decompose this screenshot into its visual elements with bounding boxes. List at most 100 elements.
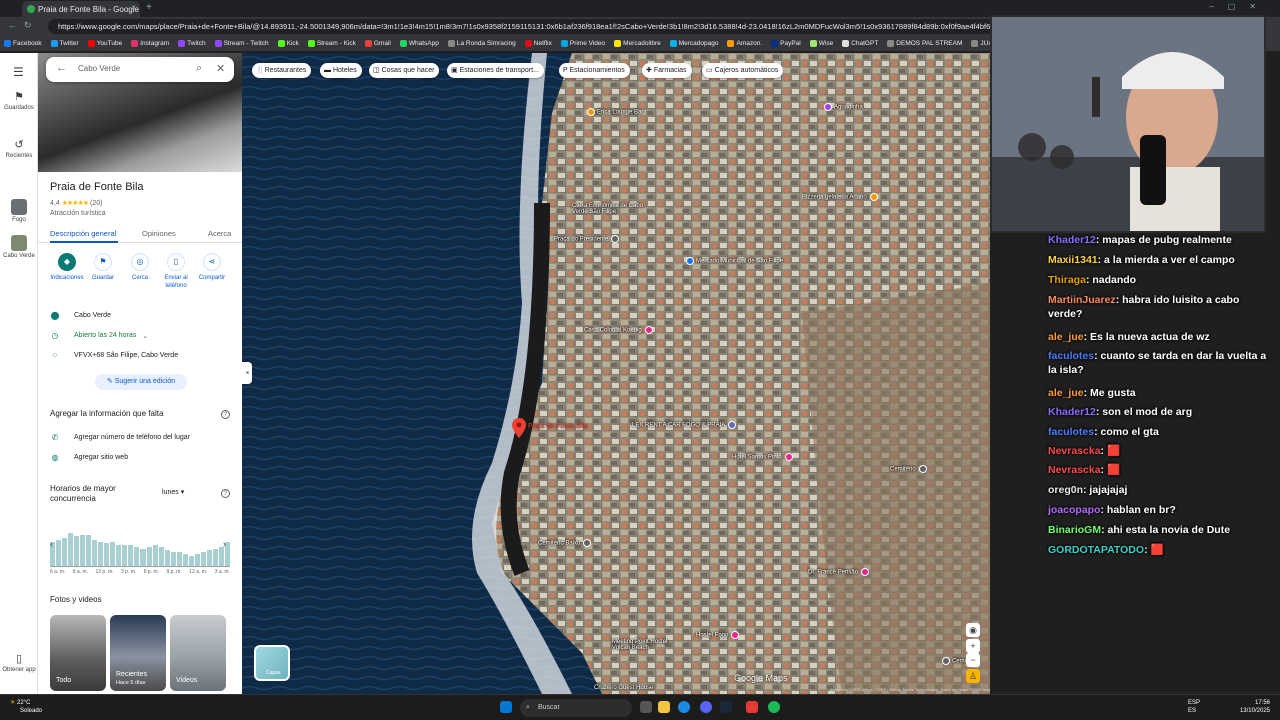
- add-website-row[interactable]: ◍ Agregar sitio web: [50, 453, 129, 462]
- my-location-icon[interactable]: ◉: [966, 623, 980, 637]
- photo-videos[interactable]: Videos: [170, 615, 226, 691]
- popular-times-bar[interactable]: [86, 534, 92, 566]
- poi[interactable]: Pizzeria gelateria Arlano: [802, 193, 880, 201]
- plus-code-row[interactable]: ⁘ VFVX+68 São Filipe, Cabo Verde: [50, 351, 178, 360]
- popular-times-bar[interactable]: [56, 539, 62, 566]
- poi[interactable]: Casa Colonial Koenig: [584, 326, 655, 334]
- file-explorer-icon[interactable]: [658, 701, 670, 713]
- popular-times-bar[interactable]: [134, 546, 140, 566]
- popular-times-bar[interactable]: [116, 545, 122, 566]
- photo-all[interactable]: Todo: [50, 615, 106, 691]
- popular-times-bar[interactable]: [122, 545, 128, 566]
- popular-times-bar[interactable]: [62, 538, 68, 566]
- popular-times-bar[interactable]: [80, 534, 86, 566]
- steam-icon[interactable]: [720, 701, 732, 713]
- bookmark-item[interactable]: La Ronda Simracing: [447, 40, 516, 47]
- windows-start-icon[interactable]: [500, 701, 512, 713]
- search-input[interactable]: Cabo Verde: [78, 64, 120, 73]
- selected-place-label[interactable]: Praia de Fonte Bila: [528, 423, 588, 430]
- collapse-panel-button[interactable]: ◂: [242, 362, 252, 384]
- system-tray[interactable]: ESP ES 17:56 13/10/2025: [1188, 699, 1270, 715]
- popular-times-bar[interactable]: [104, 543, 110, 566]
- selected-place-pin-icon[interactable]: [512, 418, 526, 438]
- spotify-icon[interactable]: [768, 701, 780, 713]
- weather-widget[interactable]: ☀ 22°C Soleado: [10, 699, 42, 715]
- help-icon[interactable]: ?: [221, 410, 230, 419]
- search-box[interactable]: ← Cabo Verde ⌕ ✕: [46, 57, 234, 82]
- photo-recent[interactable]: Recientes Hace 5 días: [110, 615, 166, 691]
- layers-button[interactable]: Capas: [254, 645, 290, 681]
- bookmark-item[interactable]: Facebook: [4, 40, 42, 47]
- chart-prev-icon[interactable]: ‹: [50, 539, 53, 549]
- poi[interactable]: Meeting Point Hostel Vulcan Beach: [612, 639, 682, 651]
- hours-row[interactable]: ◷ Abierto las 24 horas ⌄: [50, 331, 149, 340]
- directions-button[interactable]: ◆ Indicaciones: [49, 253, 85, 282]
- window-controls[interactable]: –▢✕: [1209, 2, 1270, 11]
- poi[interactable]: Praça do Presidente: [554, 235, 621, 243]
- popular-times-bar[interactable]: [170, 552, 176, 566]
- bookmark-item[interactable]: Kick: [277, 40, 299, 47]
- popular-times-bar[interactable]: [206, 550, 212, 566]
- rail-cabo-verde[interactable]: Cabo Verde: [0, 235, 38, 259]
- zoom-in-button[interactable]: +: [966, 639, 980, 653]
- tab-about[interactable]: Acerca: [208, 229, 231, 238]
- chip-pharmacies[interactable]: ✚ Farmacias: [642, 63, 692, 78]
- popular-times-bar[interactable]: [98, 541, 104, 566]
- new-tab-icon[interactable]: +: [146, 2, 152, 13]
- popular-times-bar[interactable]: [194, 553, 200, 566]
- back-arrow-icon[interactable]: ←: [56, 62, 67, 74]
- popular-times-bar[interactable]: [68, 532, 74, 566]
- app-icon[interactable]: [746, 701, 758, 713]
- task-view-icon[interactable]: [640, 701, 652, 713]
- bookmark-item[interactable]: Mercadopago: [669, 40, 718, 47]
- bookmark-item[interactable]: Amazon.: [727, 40, 762, 47]
- popular-times-bar[interactable]: [92, 539, 98, 566]
- popular-times-bar[interactable]: [164, 550, 170, 566]
- popular-times-bar[interactable]: [176, 552, 182, 566]
- browser-tab[interactable]: Praia de Fonte Bila - Google Map ×: [22, 1, 140, 17]
- rail-fogo[interactable]: Fogo: [0, 199, 38, 223]
- popular-times-bar[interactable]: [152, 545, 158, 566]
- poi[interactable]: Dr. Francê Pensão: [808, 568, 871, 576]
- chip-parking[interactable]: P Estacionamientos: [559, 63, 630, 78]
- bookmark-item[interactable]: Netflix: [524, 40, 552, 47]
- popular-times-bar[interactable]: [158, 546, 164, 566]
- bookmark-item[interactable]: Mercadolibre: [614, 40, 661, 47]
- popular-times-bar[interactable]: [140, 548, 146, 566]
- street-view-pegman-icon[interactable]: ♙: [966, 669, 980, 683]
- popular-times-bar[interactable]: [218, 546, 224, 566]
- poi[interactable]: Aguadinha: [824, 103, 863, 111]
- bookmark-item[interactable]: DEMOS PAL STREAM: [887, 40, 962, 47]
- popular-times-bar[interactable]: [128, 545, 134, 566]
- chip-things-to-do[interactable]: ◫ Cosas que hacer: [369, 63, 440, 78]
- tab-overview[interactable]: Descripción general: [50, 229, 116, 238]
- popular-times-bar[interactable]: [200, 552, 206, 566]
- chip-restaurants[interactable]: 🍴Restaurantes: [252, 63, 312, 78]
- zoom-out-button[interactable]: −: [966, 653, 980, 667]
- poi[interactable]: Hotel Santos Pinto: [732, 453, 795, 461]
- poi[interactable]: Cruzeiro Guest House: [594, 685, 653, 691]
- bookmark-item[interactable]: YouTube: [87, 40, 122, 47]
- poi[interactable]: Hostel Fogo: [696, 631, 741, 639]
- day-select[interactable]: lunes ▾: [162, 488, 184, 496]
- taskbar-search[interactable]: ⌕ Buscar: [520, 699, 632, 717]
- url-field[interactable]: https://www.google.com/maps/place/Praia+…: [48, 19, 1148, 34]
- rail-get-app[interactable]: ▯ Obtener app: [0, 653, 38, 673]
- place-category[interactable]: Atracción turística: [50, 210, 106, 217]
- bookmark-item[interactable]: WhatsApp: [399, 40, 439, 47]
- bookmark-item[interactable]: Gmail: [364, 40, 391, 47]
- chip-hotels[interactable]: ▬ Hoteles: [320, 63, 362, 78]
- bookmark-item[interactable]: Stream - Twitch: [214, 40, 269, 47]
- share-button[interactable]: ⋖ Compartir: [194, 253, 230, 282]
- add-phone-row[interactable]: ✆ Agregar número de teléfono del lugar: [50, 433, 190, 442]
- popular-times-bar[interactable]: [74, 536, 80, 566]
- popular-times-bar[interactable]: [146, 546, 152, 566]
- suggest-edit-button[interactable]: ✎ Sugerir una edición: [95, 374, 187, 390]
- poi[interactable]: Cemitério Baixo: [538, 539, 593, 547]
- poi[interactable]: Mercado Municipal de São Filipe: [686, 257, 783, 265]
- discord-icon[interactable]: [700, 701, 712, 713]
- poi[interactable]: Erica Lounge Bar: [587, 108, 643, 116]
- popular-times-bar[interactable]: [212, 548, 218, 566]
- bookmark-item[interactable]: Wise: [809, 40, 833, 47]
- chip-atms[interactable]: ▭ Cajeros automáticos: [702, 63, 784, 78]
